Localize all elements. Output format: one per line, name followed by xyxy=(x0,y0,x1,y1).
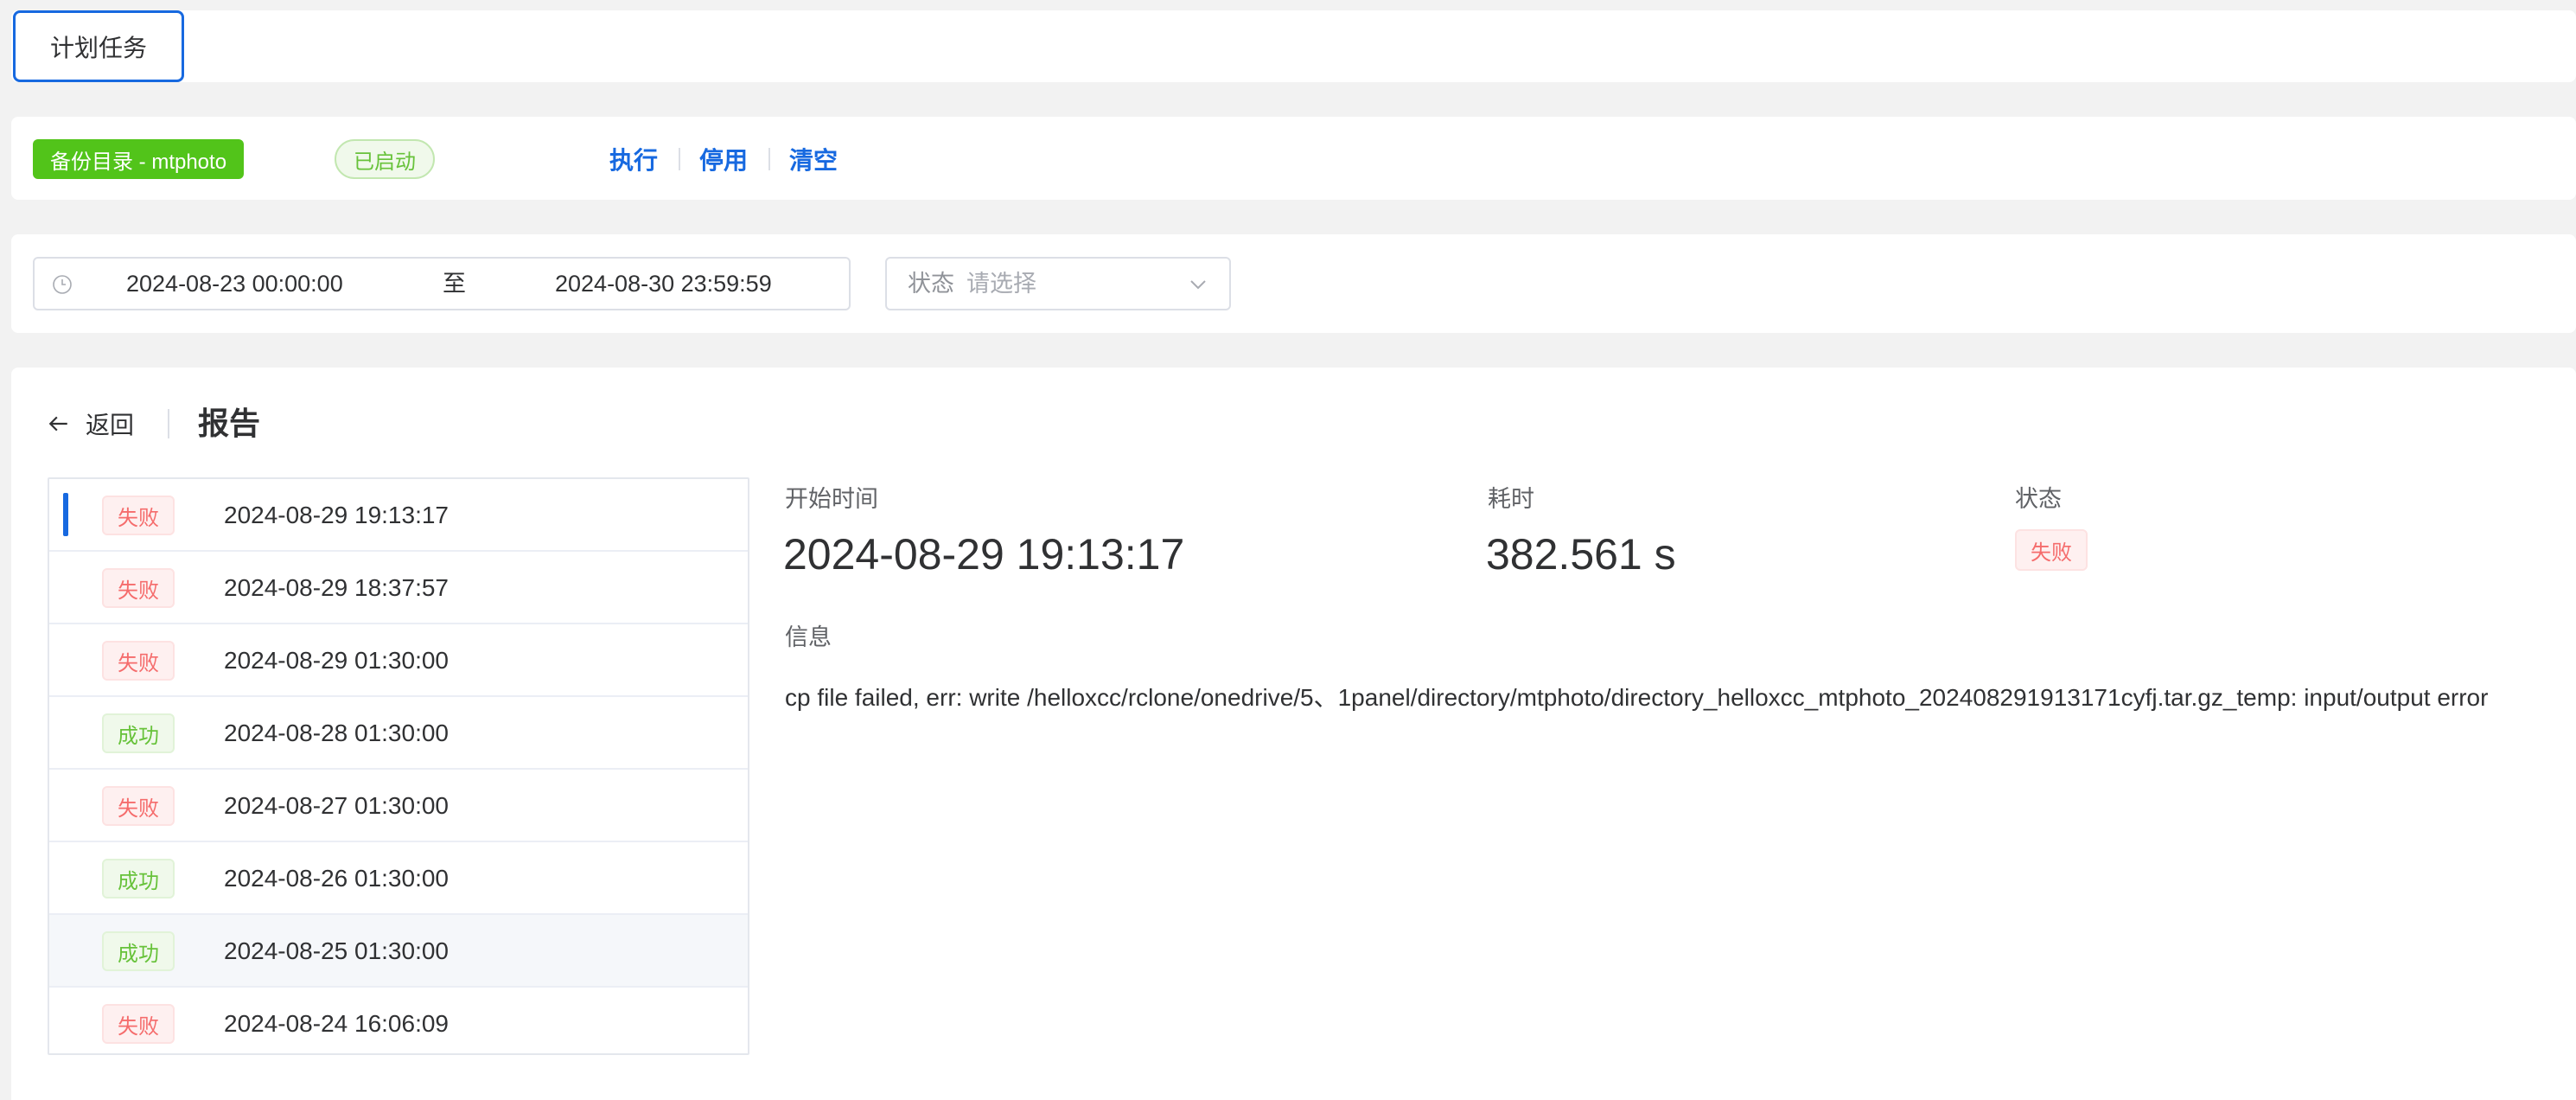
date-start-input[interactable]: 2024-08-23 00:00:00 xyxy=(126,259,343,309)
status-select[interactable]: 状态 请选择 xyxy=(885,257,1231,310)
tab-scheduled-tasks[interactable]: 计划任务 xyxy=(13,10,184,82)
record-time: 2024-08-27 01:30:00 xyxy=(224,792,449,819)
status-badge: 失败 xyxy=(102,641,175,681)
date-range-picker[interactable]: 2024-08-23 00:00:00 至 2024-08-30 23:59:5… xyxy=(33,257,851,310)
status-select-placeholder: 请选择 xyxy=(966,271,1036,297)
list-item[interactable]: 成功 2024-08-26 01:30:00 xyxy=(49,842,748,915)
report-panel: 返回 报告 失败 2024-08-29 19:13:17 失败 2024-08-… xyxy=(11,368,2576,1100)
status-badge: 失败 xyxy=(102,496,175,535)
record-time: 2024-08-29 18:37:57 xyxy=(224,574,449,601)
record-time: 2024-08-29 01:30:00 xyxy=(224,647,449,674)
status-badge: 失败 xyxy=(2015,529,2088,571)
detail-status-label: 状态 xyxy=(2015,486,2062,512)
tab-bar: 计划任务 xyxy=(11,10,2576,82)
list-item[interactable]: 失败 2024-08-29 19:13:17 xyxy=(49,479,748,552)
record-time: 2024-08-29 19:13:17 xyxy=(224,502,449,528)
status-badge: 失败 xyxy=(102,1004,175,1044)
start-time-label: 开始时间 xyxy=(785,486,878,512)
record-time: 2024-08-28 01:30:00 xyxy=(224,719,449,746)
list-item[interactable]: 失败 2024-08-29 01:30:00 xyxy=(49,624,748,697)
page-title: 报告 xyxy=(198,406,261,441)
list-item[interactable]: 失败 2024-08-27 01:30:00 xyxy=(49,770,748,842)
error-message: cp file failed, err: write /helloxcc/rcl… xyxy=(785,684,2489,711)
date-range-separator: 至 xyxy=(443,271,466,297)
status-badge: 成功 xyxy=(102,931,175,971)
task-info-bar: 备份目录 - mtphoto 已启动 执行 停用 清空 xyxy=(11,117,2576,200)
start-time-value: 2024-08-29 19:13:17 xyxy=(783,530,1185,579)
chevron-down-icon xyxy=(1190,280,1206,290)
back-label: 返回 xyxy=(86,412,135,438)
task-status-badge: 已启动 xyxy=(335,139,435,179)
status-badge: 失败 xyxy=(102,568,175,608)
record-list: 失败 2024-08-29 19:13:17 失败 2024-08-29 18:… xyxy=(48,477,749,1055)
clear-button[interactable]: 清空 xyxy=(789,138,838,181)
clock-icon xyxy=(53,275,72,294)
filter-bar: 2024-08-23 00:00:00 至 2024-08-30 23:59:5… xyxy=(11,234,2576,333)
task-name-tag: 备份目录 - mtphoto xyxy=(33,139,245,179)
disable-button[interactable]: 停用 xyxy=(699,138,748,181)
status-badge: 成功 xyxy=(102,859,175,899)
list-item[interactable]: 成功 2024-08-25 01:30:00 xyxy=(49,915,748,988)
status-badge: 成功 xyxy=(102,713,175,753)
back-button[interactable]: 返回 xyxy=(48,402,134,445)
header-divider xyxy=(168,409,169,438)
record-time: 2024-08-24 16:06:09 xyxy=(224,1010,449,1037)
record-time: 2024-08-26 01:30:00 xyxy=(224,865,449,892)
date-end-input[interactable]: 2024-08-30 23:59:59 xyxy=(555,259,772,309)
record-time: 2024-08-25 01:30:00 xyxy=(224,937,449,964)
arrow-left-icon xyxy=(48,416,67,432)
info-label: 信息 xyxy=(785,624,832,650)
status-badge: 失败 xyxy=(102,786,175,826)
list-item[interactable]: 成功 2024-08-28 01:30:00 xyxy=(49,697,748,770)
duration-value: 382.561 s xyxy=(1486,530,1676,579)
action-divider xyxy=(679,148,680,170)
list-item[interactable]: 失败 2024-08-24 16:06:09 xyxy=(49,988,748,1060)
execute-button[interactable]: 执行 xyxy=(609,138,658,181)
status-select-label: 状态 xyxy=(908,271,954,297)
list-item[interactable]: 失败 2024-08-29 18:37:57 xyxy=(49,552,748,624)
duration-label: 耗时 xyxy=(1488,486,1534,512)
action-divider xyxy=(768,148,770,170)
